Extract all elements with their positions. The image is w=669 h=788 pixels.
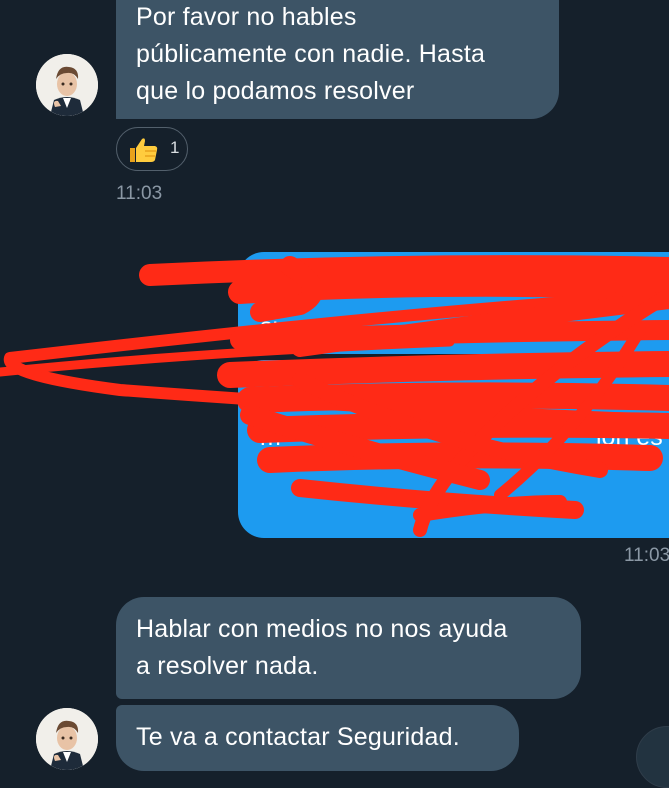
message-line: que lo podamos resolver [136,77,415,105]
incoming-message-bubble[interactable]: Te va a contactar Seguridad. [116,705,519,771]
message-line: Hablar con medios no nos ayuda [136,615,508,643]
message-fragment: ie [613,383,633,411]
outgoing-message-bubble[interactable]: si en [238,252,669,354]
message-line: Por favor no hables [136,3,357,31]
message-fragment: si [260,313,279,341]
message-fragment: en [598,313,626,341]
avatar[interactable] [36,708,98,770]
reaction-pill[interactable]: 1 [116,127,188,171]
profile-photo-icon [36,708,98,770]
incoming-message-bubble[interactable]: Por favor no hables públicamente con nad… [116,0,559,119]
scroll-down-button[interactable] [636,726,669,788]
message-line: Te va a contactar Seguridad. [136,723,460,751]
timestamp: 11:03 [116,183,163,204]
outgoing-message-bubble[interactable]: ie m ion es [238,360,669,538]
reaction-count: 1 [170,138,180,157]
thumbs-up-icon [130,138,158,162]
message-fragment: m [260,423,281,451]
message-fragment: ion es [596,423,663,451]
message-line: a resolver nada. [136,652,319,680]
message-line: públicamente con nadie. Hasta [136,40,486,68]
profile-photo-icon [36,54,98,116]
incoming-message-bubble[interactable]: Hablar con medios no nos ayuda a resolve… [116,597,581,699]
timestamp: 11:03 [624,545,669,566]
avatar[interactable] [36,54,98,116]
